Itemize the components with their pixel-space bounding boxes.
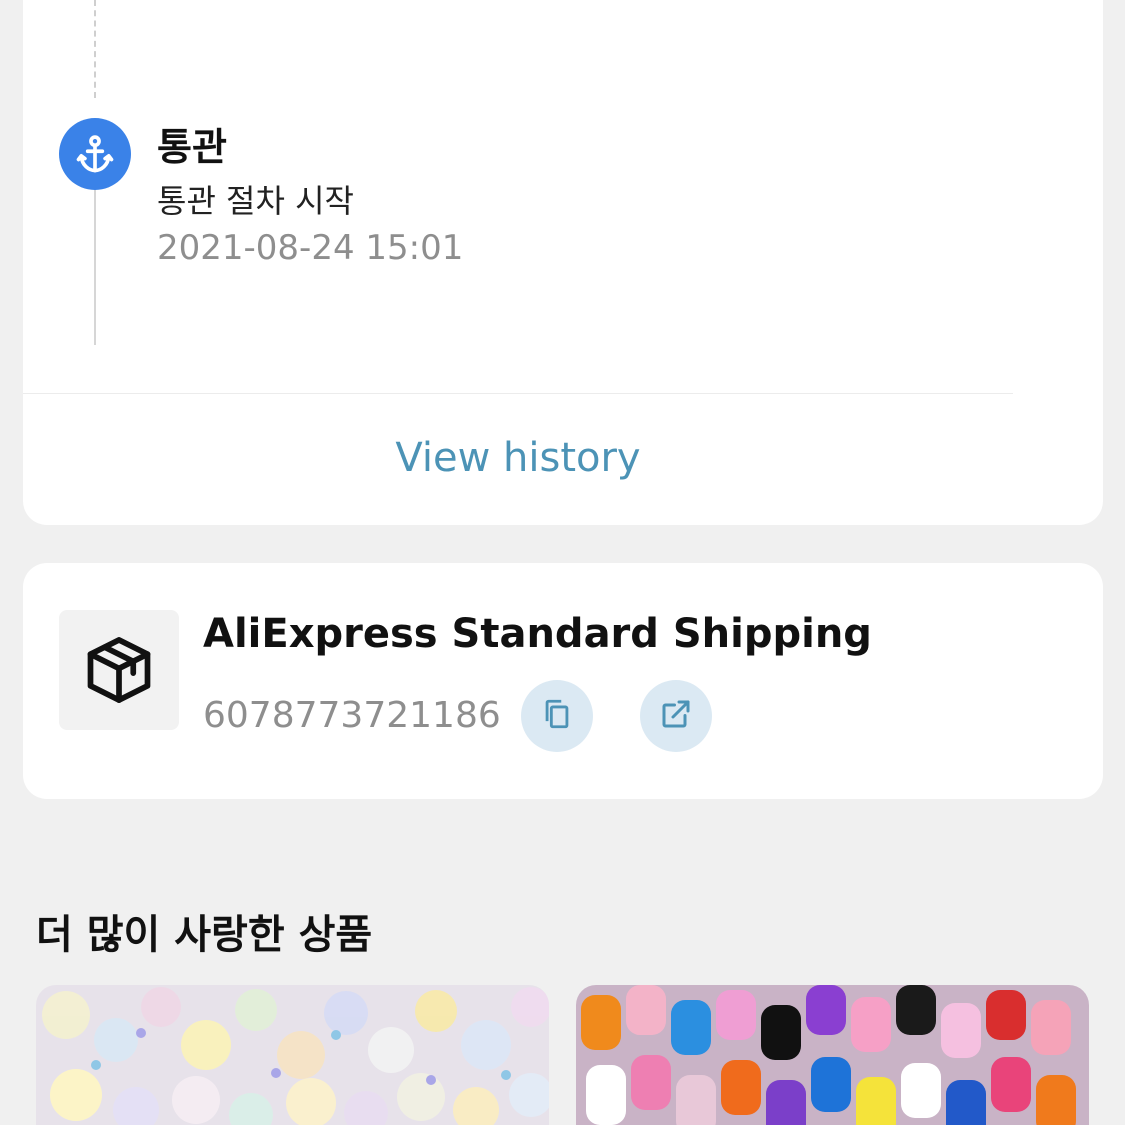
event-timestamp: 2021-08-24 15:01 [157, 228, 464, 268]
external-link-button[interactable] [640, 680, 712, 752]
event-title: 통관 [157, 125, 227, 169]
external-link-icon [658, 696, 694, 736]
tracking-card: 통관 통관 절차 시작 2021-08-24 15:01 View histor… [23, 0, 1103, 525]
anchor-icon [59, 118, 131, 190]
event-description: 통관 절차 시작 [157, 182, 354, 220]
recommendations-title: 더 많이 사랑한 상품 [36, 912, 373, 958]
package-icon [59, 610, 179, 730]
view-history-link[interactable]: View history [23, 435, 1013, 481]
carrier-name: AliExpress Standard Shipping [203, 611, 872, 657]
copy-button[interactable] [521, 680, 593, 752]
product-card[interactable] [576, 985, 1089, 1125]
timeline-dashed-line [94, 0, 96, 98]
timeline-line [94, 185, 96, 345]
shipping-card: AliExpress Standard Shipping 60787737211… [23, 563, 1103, 799]
page: 통관 통관 절차 시작 2021-08-24 15:01 View histor… [0, 0, 1125, 1125]
product-image [576, 985, 1089, 1125]
copy-icon [540, 697, 574, 735]
product-card[interactable] [36, 985, 549, 1125]
divider [23, 393, 1013, 394]
tracking-number: 6078773721186 [203, 695, 501, 736]
product-image [36, 985, 549, 1125]
